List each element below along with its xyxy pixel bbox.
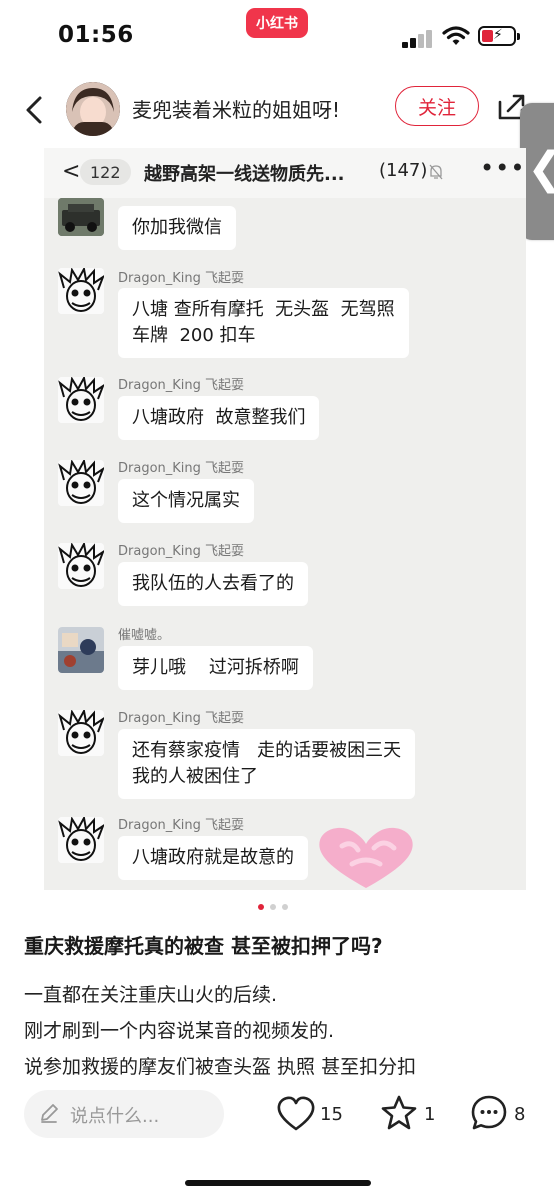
- chat-message-bubble: 芽儿哦 过河拆桥啊: [118, 646, 313, 690]
- chat-sender-name: Dragon_King 飞起耍: [118, 271, 245, 286]
- comment-placeholder: 说点什么...: [70, 1106, 160, 1127]
- chat-message-bubble: 我队伍的人去看了的: [118, 562, 308, 606]
- follow-button[interactable]: 关注: [395, 86, 479, 126]
- status-time: 01:56: [58, 22, 134, 48]
- chat-header: < 122 越野高架一线送物质先... (147) •••: [44, 148, 526, 198]
- collect-button[interactable]: 1: [380, 1094, 440, 1134]
- chat-sender-name: Dragon_King 飞起耍: [118, 461, 245, 476]
- comment-count: 8: [514, 1104, 526, 1125]
- sketch-face-avatar: [58, 710, 104, 756]
- like-button[interactable]: 15: [276, 1094, 346, 1134]
- image-carousel-indicator: [258, 904, 298, 912]
- cellular-signal-icon: [402, 28, 436, 48]
- chat-group-title: 越野高架一线送物质先...: [144, 164, 345, 185]
- vehicle-avatar: [58, 198, 104, 236]
- chat-unread-count: 122: [80, 159, 131, 185]
- home-indicator[interactable]: [185, 1180, 371, 1186]
- chat-member-count: (147): [379, 160, 428, 181]
- post-image-chat-screenshot[interactable]: < 122 越野高架一线送物质先... (147) ••• 你加我微信 Drag…: [44, 148, 526, 890]
- carousel-dot: [270, 904, 276, 910]
- post-header: 麦兜装着米粒的姐姐呀! 关注: [0, 72, 554, 148]
- carousel-dot-active: [258, 904, 264, 910]
- carousel-dot: [282, 904, 288, 910]
- post-title: 重庆救援摩托真的被查 甚至被扣押了吗?: [24, 934, 383, 958]
- comment-bubble-icon: [471, 1095, 507, 1130]
- sketch-face-avatar: [58, 268, 104, 314]
- like-count: 15: [320, 1104, 343, 1125]
- chat-message-bubble: 八塘政府就是故意的: [118, 836, 308, 880]
- status-bar: 01:56 小红书 ⚡: [0, 0, 554, 72]
- heart-icon: [277, 1096, 315, 1131]
- photo-avatar: [58, 627, 104, 673]
- back-chevron-icon[interactable]: [20, 90, 50, 130]
- pink-heart-sticker: [319, 827, 413, 888]
- comment-input[interactable]: 说点什么...: [24, 1090, 224, 1138]
- star-icon: [381, 1095, 417, 1130]
- sketch-face-avatar: [58, 817, 104, 863]
- wifi-icon: [442, 26, 470, 45]
- post-body-line: 刚才刷到一个内容说某音的视频发的.: [24, 1020, 335, 1042]
- battery-icon: ⚡: [478, 26, 520, 46]
- pencil-icon: [41, 1104, 58, 1123]
- chat-message-bubble: 八塘政府 故意整我们: [118, 396, 320, 440]
- chat-message-bubble: 这个情况属实: [118, 479, 254, 523]
- collect-count: 1: [424, 1104, 436, 1125]
- chat-sender-name: Dragon_King 飞起耍: [118, 378, 245, 393]
- chat-message-bubble: 还有蔡家疫情 走的话要被困三天 我的人被困住了: [118, 729, 416, 799]
- sketch-face-avatar: [58, 543, 104, 589]
- chat-sender-name: Dragon_King 飞起耍: [118, 711, 245, 726]
- chat-back-icon: <: [62, 159, 81, 184]
- chat-more-icon: •••: [480, 154, 526, 182]
- mute-bell-icon: [429, 164, 443, 180]
- charging-bolt-icon: ⚡: [493, 27, 503, 43]
- chat-message-bubble: 你加我微信: [118, 206, 236, 250]
- battery-level: [482, 30, 493, 42]
- comment-button[interactable]: 8: [470, 1094, 534, 1134]
- chat-message-bubble: 八塘 查所有摩托 无头盔 无驾照 车牌 200 扣车: [118, 288, 409, 358]
- post-body-line: 说参加救援的摩友们被查头盔 执照 甚至扣分扣: [24, 1056, 417, 1078]
- chat-sender-name: Dragon_King 飞起耍: [118, 818, 245, 833]
- post-body-line: 一直都在关注重庆山火的后续.: [24, 984, 278, 1006]
- author-name[interactable]: 麦兜装着米粒的姐姐呀!: [132, 94, 340, 123]
- author-avatar[interactable]: [66, 82, 120, 136]
- chat-sender-name: 催嘘嘘。: [118, 628, 171, 643]
- chat-sender-name: Dragon_King 飞起耍: [118, 544, 245, 559]
- chevron-left-icon: ❮: [527, 143, 554, 194]
- brand-logo: 小红书: [246, 8, 308, 38]
- sketch-face-avatar: [58, 377, 104, 423]
- sketch-face-avatar: [58, 460, 104, 506]
